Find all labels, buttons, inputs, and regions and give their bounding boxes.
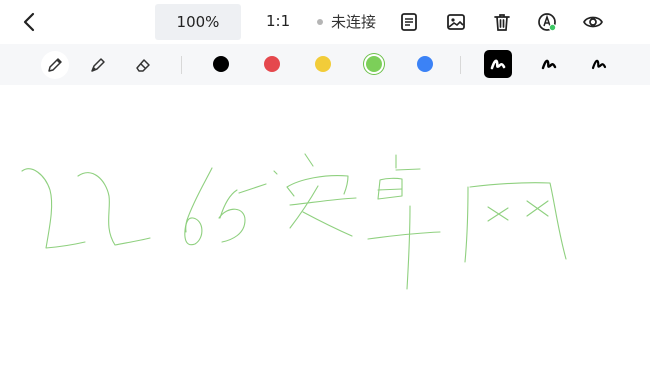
top-bar: 100% 1:1 未连接 bbox=[0, 0, 650, 44]
connection-status: 未连接 bbox=[317, 11, 376, 32]
zoom-value: 100% bbox=[176, 13, 220, 31]
eye-icon[interactable] bbox=[582, 11, 604, 33]
stroke-bold[interactable] bbox=[484, 50, 512, 78]
image-icon[interactable] bbox=[445, 11, 467, 33]
color-swatch[interactable] bbox=[315, 56, 331, 72]
notebook-icon[interactable] bbox=[398, 11, 420, 33]
stroke-medium[interactable] bbox=[535, 50, 563, 78]
color-swatch[interactable] bbox=[264, 56, 280, 72]
eraser-icon[interactable] bbox=[129, 51, 157, 79]
ratio-button[interactable]: 1:1 bbox=[266, 12, 290, 30]
divider bbox=[460, 56, 461, 74]
color-swatch[interactable] bbox=[417, 56, 433, 72]
connection-status-label: 未连接 bbox=[331, 13, 377, 31]
pen-connect-icon[interactable] bbox=[536, 11, 558, 33]
marker-icon[interactable] bbox=[84, 51, 112, 79]
divider bbox=[181, 56, 182, 74]
color-swatch[interactable] bbox=[213, 56, 229, 72]
trash-icon[interactable] bbox=[491, 11, 513, 33]
back-chevron-icon[interactable] bbox=[20, 10, 40, 34]
pencil-icon[interactable] bbox=[41, 51, 69, 79]
status-dot bbox=[317, 18, 323, 25]
zoom-level-button[interactable]: 100% bbox=[155, 4, 241, 40]
color-swatch[interactable] bbox=[366, 56, 382, 72]
drawing-canvas[interactable] bbox=[0, 85, 650, 365]
stroke-thin[interactable] bbox=[585, 50, 613, 78]
